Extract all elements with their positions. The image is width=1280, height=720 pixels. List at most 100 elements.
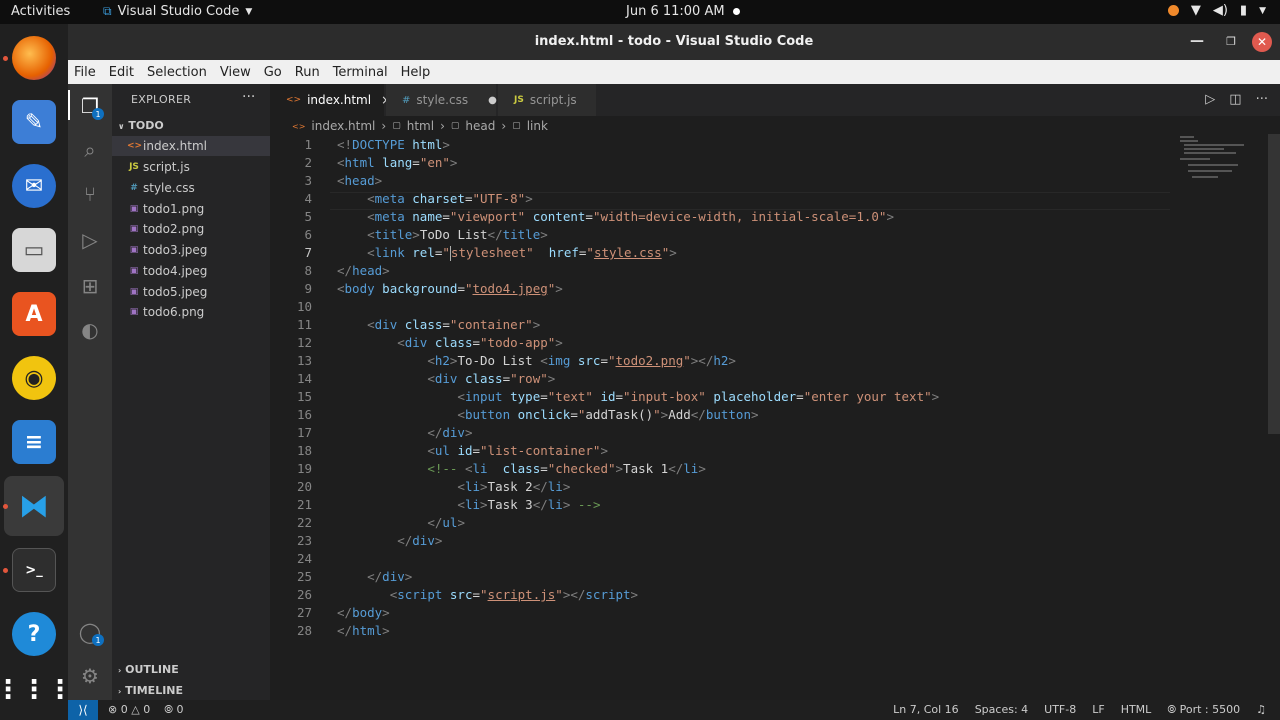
file-name: index.html	[143, 139, 207, 153]
close-window-button[interactable]: ✕	[1252, 32, 1272, 52]
breadcrumb-item[interactable]: head	[465, 119, 495, 133]
thunderbird-icon[interactable]: ✉	[12, 164, 56, 208]
code-line: 3 <head>	[270, 172, 1270, 190]
vscode-dock-item[interactable]: ⧓	[4, 476, 64, 536]
line-number: 5	[304, 209, 312, 224]
code-text: </div>	[367, 569, 413, 584]
tab-script-js[interactable]: JS script.js	[498, 84, 596, 116]
file-item-todo6[interactable]: ▣ todo6.png	[112, 302, 270, 322]
maximize-icon[interactable]: ❐	[1226, 35, 1236, 48]
menu-run[interactable]: Run	[295, 65, 320, 80]
app-menu[interactable]: ⧉ Visual Studio Code ▼	[103, 4, 252, 19]
help-icon[interactable]: ?	[12, 612, 56, 656]
outline-section[interactable]: › OUTLINE	[118, 663, 179, 676]
menu-file[interactable]: File	[74, 65, 96, 80]
text-editor-icon[interactable]: ✎	[12, 100, 56, 144]
menu-go[interactable]: Go	[264, 65, 282, 80]
menu-terminal[interactable]: Terminal	[333, 65, 388, 80]
cursor-position[interactable]: Ln 7, Col 16	[893, 703, 959, 717]
timeline-section[interactable]: › TIMELINE	[118, 684, 183, 697]
split-editor-icon[interactable]: ◫	[1229, 92, 1241, 107]
run-debug-icon[interactable]: ▷	[78, 228, 102, 252]
more-actions-icon[interactable]: ···	[1256, 92, 1268, 107]
libreoffice-writer-icon[interactable]: ≡	[12, 420, 56, 464]
end-of-line[interactable]: LF	[1092, 703, 1104, 717]
dock: ✎ ✉ ▭ A ◉ ≡ ⧓ >_ ? ⋮⋮⋮	[0, 24, 73, 720]
element-icon: ▢	[512, 121, 521, 131]
remote-indicator-icon[interactable]: ⟩⟨	[68, 700, 98, 720]
file-item-todo3[interactable]: ▣ todo3.jpeg	[112, 240, 270, 260]
code-line: 10	[270, 298, 1270, 316]
tab-index-html[interactable]: <> index.html ×	[270, 84, 391, 116]
breadcrumb-item[interactable]: link	[527, 119, 548, 133]
indentation[interactable]: Spaces: 4	[975, 703, 1028, 717]
extensions-icon[interactable]: ⊞	[78, 274, 102, 298]
chevron-right-icon: ›	[440, 119, 445, 133]
files-icon[interactable]: ▭	[12, 228, 56, 272]
tab-label: index.html	[307, 93, 372, 107]
image-file-icon: ▣	[129, 245, 139, 255]
menu-edit[interactable]: Edit	[109, 65, 134, 80]
language-mode[interactable]: HTML	[1121, 703, 1152, 717]
rhythmbox-icon[interactable]: ◉	[12, 356, 56, 400]
github-icon[interactable]: ◐	[78, 318, 102, 342]
breadcrumb-item[interactable]: html	[407, 119, 434, 133]
file-item-script-js[interactable]: JS script.js	[112, 157, 270, 177]
notifications-bell-icon[interactable]: ♫	[1256, 703, 1266, 717]
file-name: todo5.jpeg	[143, 285, 208, 299]
outline-label: OUTLINE	[125, 663, 179, 676]
error-count: 0	[120, 703, 128, 716]
run-icon[interactable]: ▷	[1205, 92, 1215, 107]
code-line: 5 <meta name="viewport" content="width=d…	[270, 208, 1270, 226]
source-control-icon[interactable]: ⑂	[78, 182, 102, 206]
file-item-todo5[interactable]: ▣ todo5.jpeg	[112, 282, 270, 302]
firefox-icon[interactable]	[12, 36, 56, 80]
manage-gear-icon[interactable]: ⚙	[78, 664, 102, 688]
menu-view[interactable]: View	[220, 65, 251, 80]
code-text: <meta charset="UTF-8">	[367, 191, 533, 206]
menu-selection[interactable]: Selection	[147, 65, 207, 80]
activities-button[interactable]: Activities	[11, 4, 70, 19]
warning-icon: △	[131, 703, 140, 716]
more-actions-icon[interactable]: ···	[242, 89, 255, 105]
code-line: 28 </html>	[270, 622, 1270, 640]
folder-header[interactable]: ∨ TODO	[118, 119, 164, 132]
code-line: 7 <link rel="stylesheet" href="style.css…	[270, 244, 1270, 262]
chevron-right-icon: ›	[381, 119, 387, 133]
code-text: <h2>To-Do List <img src="todo2.png"></h2…	[427, 353, 736, 368]
file-item-todo4[interactable]: ▣ todo4.jpeg	[112, 261, 270, 281]
line-number: 23	[296, 533, 312, 548]
image-file-icon: ▣	[129, 204, 139, 214]
clock[interactable]: Jun 6 11:00 AM	[626, 4, 740, 19]
problems-indicator[interactable]: ⊗ 0 △ 0	[108, 703, 150, 717]
unsaved-dot-icon[interactable]: ●	[488, 95, 497, 106]
editor-actions: ▷ ◫ ···	[1205, 92, 1268, 107]
battery-icon: ▮	[1239, 3, 1248, 18]
system-tray[interactable]: ▼ ◀) ▮ ▼	[1167, 3, 1266, 18]
encoding[interactable]: UTF-8	[1044, 703, 1076, 717]
ports-indicator[interactable]: ⦾ 0	[164, 703, 183, 717]
file-name: script.js	[143, 160, 190, 174]
minimize-icon[interactable]: —	[1190, 33, 1204, 49]
file-item-style-css[interactable]: # style.css	[112, 178, 270, 198]
code-line: 19 <!-- <li class="checked">Task 1</li>	[270, 460, 1270, 478]
file-item-todo2[interactable]: ▣ todo2.png	[112, 219, 270, 239]
terminal-icon[interactable]: >_	[12, 548, 56, 592]
update-indicator-icon	[1167, 5, 1179, 16]
line-number: 17	[296, 425, 312, 440]
code-text: <li>Task 2</li>	[457, 479, 571, 494]
code-text: <title>ToDo List</title>	[367, 227, 548, 242]
code-text: <input type="text" id="input-box" placeh…	[457, 389, 940, 404]
file-item-todo1[interactable]: ▣ todo1.png	[112, 199, 270, 219]
code-line: 9 <body background="todo4.jpeg">	[270, 280, 1270, 298]
code-line: 12 <div class="todo-app">	[270, 334, 1270, 352]
live-server-port[interactable]: ⦾ Port : 5500	[1167, 703, 1240, 717]
code-line: 11 <div class="container">	[270, 316, 1270, 334]
software-center-icon[interactable]: A	[12, 292, 56, 336]
breadcrumb-item[interactable]: index.html	[311, 119, 375, 133]
menu-help[interactable]: Help	[401, 65, 431, 80]
tab-style-css[interactable]: # style.css ●	[386, 84, 497, 116]
file-item-index-html[interactable]: <> index.html	[112, 136, 270, 156]
search-icon[interactable]: ⌕	[78, 138, 102, 162]
show-apps-icon[interactable]: ⋮⋮⋮	[0, 668, 73, 712]
